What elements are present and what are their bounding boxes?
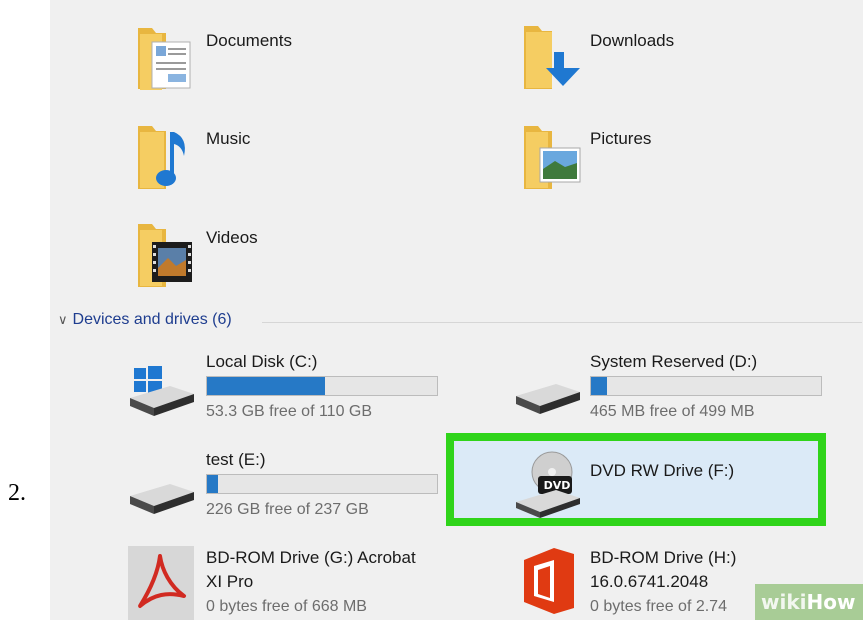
drive-c-label: Local Disk (C:) [206, 352, 318, 371]
drive-h-label-line1: BD-ROM Drive (H:) [590, 548, 737, 567]
drive-e-label: test (E:) [206, 450, 266, 469]
downloads-folder-icon [524, 26, 580, 89]
drive-d-label: System Reserved (D:) [590, 352, 758, 371]
drive-g-free-text: 0 bytes free of 668 MB [206, 598, 367, 615]
devices-section-header[interactable]: ∨ Devices and drives (6) [58, 311, 232, 329]
drive-g-label-line2: XI Pro [206, 572, 254, 591]
watermark-logo: wikiHow [755, 584, 863, 620]
documents-folder-icon [138, 28, 191, 90]
drive-h-label-line2: 16.0.6741.2048 [590, 572, 709, 591]
section-divider [262, 322, 862, 323]
drive-e-usage-bar [206, 474, 438, 494]
drive-h-free-text: 0 bytes free of 2.74 [590, 598, 727, 615]
dvd-badge: DVD [543, 479, 571, 492]
office-icon [524, 548, 574, 614]
hard-drive-icon [516, 384, 580, 414]
step-number: 2. [8, 480, 26, 506]
acrobat-icon [138, 554, 186, 608]
hard-drive-icon [130, 484, 194, 514]
music-folder-icon [138, 126, 185, 189]
drive-c-free-text: 53.3 GB free of 110 GB [206, 403, 373, 420]
folder-documents-label: Documents [206, 31, 292, 50]
windows-drive-icon [130, 366, 194, 416]
folder-videos-label: Videos [206, 228, 258, 247]
folder-pictures-label: Pictures [590, 129, 652, 148]
drive-d-usage-bar [590, 376, 822, 396]
drive-g-label-line1: BD-ROM Drive (G:) Acrobat [206, 548, 416, 567]
drive-d-free-text: 465 MB free of 499 MB [590, 403, 755, 420]
videos-folder-icon [138, 224, 192, 287]
folder-downloads-label: Downloads [590, 31, 675, 50]
devices-section-title: Devices and drives (6) [72, 311, 232, 328]
drive-e-free-text: 226 GB free of 237 GB [206, 501, 369, 518]
drive-f-label: DVD RW Drive (F:) [590, 461, 735, 480]
pictures-folder-icon [524, 126, 581, 189]
folder-music-label: Music [206, 129, 251, 148]
chevron-down-icon: ∨ [58, 312, 68, 327]
drive-c-usage-bar [206, 376, 438, 396]
file-explorer-pane: Documents Downloads Music Pictures Video… [50, 0, 863, 620]
